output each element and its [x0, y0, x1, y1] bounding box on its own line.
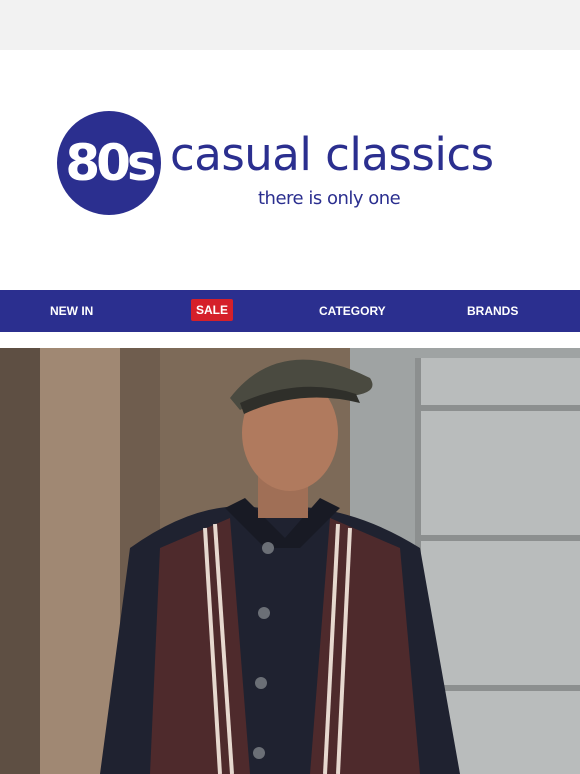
nav-sale[interactable]: SALE [191, 299, 234, 321]
nav-category[interactable]: CATEGORY [319, 290, 386, 332]
main-navigation: NEW IN SALE CATEGORY BRANDS [0, 290, 580, 332]
logo-badge-text: 80s [65, 134, 156, 192]
logo-badge: 80s [57, 111, 161, 215]
hero-photo [0, 348, 580, 774]
top-bar [0, 0, 580, 50]
nav-new-in[interactable]: NEW IN [50, 290, 93, 332]
header-logo[interactable]: 80s casual classics there is only one [0, 50, 580, 290]
nav-brands[interactable]: BRANDS [467, 290, 518, 332]
logo-name: casual classics [170, 128, 494, 181]
hero-image[interactable] [0, 348, 580, 774]
logo-tagline: there is only one [258, 188, 401, 209]
